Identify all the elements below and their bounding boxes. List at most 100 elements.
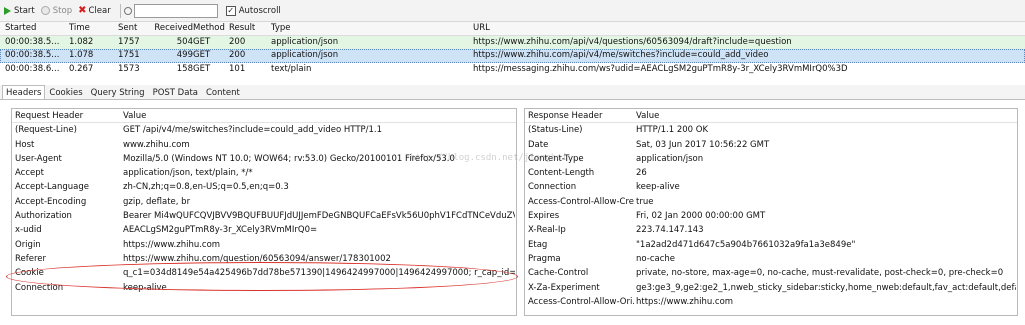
response-header-row[interactable]: Date Sat, 03 Jun 2017 10:56:22 GMT [525,138,1017,152]
response-header-row[interactable]: Cache-Control private, no-store, max-age=… [525,266,1017,280]
request-header-row[interactable]: Connection keep-alive [12,281,516,295]
tab-post-data[interactable]: POST Data [149,85,202,99]
table-row[interactable]: 00:00:38.5... 1.082 1757 504 GET 200 app… [0,35,1025,49]
response-header-value: application/json [636,153,704,164]
request-header-name: Host [15,139,35,150]
response-header-column[interactable]: Response Header [528,109,634,123]
response-header-name: Date [528,139,549,150]
response-header-name: X-Za-Experiment [528,282,600,293]
response-header-row[interactable]: Etag "1a2ad2d471d647c5a904b7661032a9fa1a3… [525,238,1017,252]
response-header-name: Cache-Control [528,268,589,279]
autoscroll-label: Autoscroll [238,5,281,16]
response-header-row[interactable]: Expires Fri, 02 Jan 2000 00:00:00 GMT [525,209,1017,223]
request-header-row[interactable]: Accept application/json, text/plain, */* [12,166,516,180]
response-header-row[interactable]: Access-Control-Allow-Ori... https://www.z… [525,295,1017,309]
tab-cookies[interactable]: Cookies [45,85,86,99]
response-header-row[interactable]: X-Real-Ip 223.74.147.143 [525,223,1017,237]
watermark: http://blog.csdn.net/jionghai... [410,153,584,163]
request-header-value: GET /api/v4/me/switches?include=could_ad… [123,125,383,136]
response-headers-panel[interactable]: Response Header Value (Status-Line) HTTP/… [524,108,1018,316]
tab-query-string[interactable]: Query String [87,85,149,99]
column-type[interactable]: Type [271,22,471,36]
request-header-name: Accept-Language [15,182,89,193]
cell-url: https://messaging.zhihu.com/ws?udid=AEAC… [473,63,848,74]
table-row[interactable]: 00:00:38.6... 0.267 1573 158 GET 101 tex… [0,62,1025,76]
column-sent[interactable]: Sent [118,22,154,36]
tab-headers[interactable]: Headers [2,85,46,99]
request-header-row[interactable]: x-udid AEACLgSM2guPTmR8y-3r_XCely3RVmMIrQ… [12,223,516,237]
response-header-value: ge3:ge3_9,ge2:ge2_1,nweb_sticky_sidebar:… [636,282,1016,293]
response-header-row[interactable]: (Status-Line) HTTP/1.1 200 OK [525,123,1017,137]
response-header-name: Access-Control-Allow-Cre... [528,196,634,207]
response-header-name: Expires [528,211,560,222]
response-header-value: Sat, 03 Jun 2017 10:56:22 GMT [636,139,770,150]
request-header-name: Accept-Encoding [15,196,87,207]
tab-content[interactable]: Content [202,85,244,99]
request-header-row[interactable]: Accept-Language zh-CN,zh;q=0.8,en-US;q=0.… [12,180,516,194]
cell-result: 101 [229,63,246,74]
request-header-name: Connection [15,282,64,293]
table-row-selected[interactable]: 00:00:38.5... 1.078 1751 499 GET 200 app… [0,49,1025,63]
autoscroll-toggle[interactable]: ✓ Autoscroll [225,5,281,16]
cell-received: 499 [176,50,193,60]
response-header-row[interactable]: Access-Control-Allow-Cre... true [525,195,1017,209]
column-started[interactable]: Started [5,22,65,36]
request-header-value: Bearer Mi4wQUFCQVJBVV9BQUFBUUFJdUJJemFDe… [123,211,515,222]
column-time[interactable]: Time [69,22,107,36]
request-header-row[interactable]: Cookie q_c1=034d8149e54a425496b7dd78be571… [12,266,516,280]
response-value-column[interactable]: Value [636,109,1016,123]
cell-result: 200 [229,36,246,47]
response-header-row[interactable]: Connection keep-alive [525,180,1017,194]
response-header-name: Pragma [528,253,561,264]
response-header-row[interactable]: Content-Length 26 [525,166,1017,180]
column-result[interactable]: Result [229,22,265,36]
column-received[interactable]: Received [153,22,193,36]
request-list: Started Time Sent Received Method Result… [0,22,1025,76]
request-list-header: Started Time Sent Received Method Result… [0,22,1025,36]
column-method[interactable]: Method [193,22,225,36]
cell-time: 1.078 [69,50,94,60]
column-url[interactable]: URL [473,22,1023,36]
request-header-name: Cookie [15,268,44,279]
toolbar-divider [119,3,121,18]
request-header-row[interactable]: Origin https://www.zhihu.com [12,238,516,252]
request-headers-header: Request Header Value [12,109,516,124]
response-headers-header: Response Header Value [525,109,1017,124]
response-header-row[interactable]: Pragma no-cache [525,252,1017,266]
stop-label: Stop [52,5,73,16]
request-headers-panel[interactable]: Request Header Value (Request-Line) GET /… [11,108,517,316]
response-header-name: Connection [528,182,577,193]
response-header-value: no-cache [636,253,675,264]
response-header-row[interactable]: X-Za-Experiment ge3:ge3_9,ge2:ge2_1,nweb_… [525,281,1017,295]
cell-result: 200 [229,50,246,60]
request-header-row[interactable]: Accept-Encoding gzip, deflate, br [12,195,516,209]
cell-received: 158 [176,63,193,74]
response-header-value: https://www.zhihu.com [636,296,734,307]
response-header-value: private, no-store, max-age=0, no-cache, … [636,268,1004,279]
request-header-value: www.zhihu.com [123,139,190,150]
response-header-row[interactable]: Content-Type application/json [525,152,1017,166]
request-value-column[interactable]: Value [123,109,515,123]
request-header-column[interactable]: Request Header [15,109,121,123]
response-header-value: HTTP/1.1 200 OK [636,125,709,136]
response-header-value: 223.74.147.143 [636,225,704,236]
start-button[interactable]: Start [4,6,35,16]
request-header-row[interactable]: Referer https://www.zhihu.com/question/60… [12,252,516,266]
stop-button[interactable]: Stop [40,5,73,16]
request-header-row[interactable]: (Request-Line) GET /api/v4/me/switches?in… [12,123,516,137]
cell-method: GET [193,36,211,47]
response-header-value: keep-alive [636,182,680,193]
clear-button[interactable]: ✖ Clear [78,4,111,16]
request-header-row[interactable]: Authorization Bearer Mi4wQUFCQVJBVV9BQUFB… [12,209,516,223]
response-header-value: Fri, 02 Jan 2000 00:00:00 GMT [636,211,766,222]
cell-started: 00:00:38.6... [5,63,60,74]
request-header-name: Authorization [15,211,72,222]
response-header-name: Content-Length [528,168,595,179]
request-header-value: AEACLgSM2guPTmR8y-3r_XCely3RVmMIrQ0= [123,225,318,236]
find-input[interactable] [133,3,218,18]
request-header-row[interactable]: Host www.zhihu.com [12,138,516,152]
request-header-value: keep-alive [123,282,167,293]
clear-icon: ✖ [78,4,87,16]
autoscroll-checkbox[interactable]: ✓ [225,5,236,16]
cell-time: 0.267 [69,63,94,74]
